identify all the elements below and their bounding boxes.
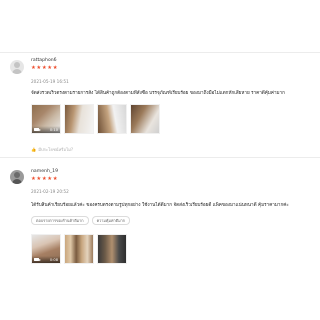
reviewer-username[interactable]: rattaphon6 xyxy=(31,58,57,63)
review-video-thumbnail[interactable]: 0:08 xyxy=(31,234,61,264)
helpful-label: มีประโยชน์หรือไม่? xyxy=(38,147,74,152)
review-comment: จัดส่งรวดเร็วตรงตามรายการสั่ง ได้สินค้าถ… xyxy=(31,91,285,96)
review-media-list: 0:10 xyxy=(31,104,160,134)
default-avatar-icon[interactable] xyxy=(10,60,24,74)
review-comment: ได้รับสินค้าเรียบร้อยแล้วค่ะ ของครบตรงตา… xyxy=(31,203,289,208)
review-date: 2021-02-19 20:52 xyxy=(31,189,69,194)
video-camera-icon xyxy=(34,128,41,131)
review-date: 2021-05-19 16:51 xyxy=(31,79,69,84)
review-image-thumbnail[interactable] xyxy=(97,234,127,264)
review-video-thumbnail[interactable]: 0:10 xyxy=(31,104,61,134)
divider xyxy=(0,52,320,53)
star-rating: ★★★★★ xyxy=(31,176,59,182)
user-photo-avatar[interactable] xyxy=(10,170,24,184)
reviews-panel: rattaphon6 ★★★★★ 2021-05-19 16:51 จัดส่ง… xyxy=(0,0,320,320)
divider xyxy=(0,157,320,158)
review-tag: ความคุ้มค่าดีมาก xyxy=(91,216,131,225)
star-rating: ★★★★★ xyxy=(31,65,59,71)
review-image-thumbnail[interactable] xyxy=(64,234,94,264)
review-image-thumbnail[interactable] xyxy=(97,104,127,134)
video-duration: 0:08 xyxy=(49,257,58,262)
review-media-list: 0:08 xyxy=(31,234,127,264)
helpful-button[interactable]: 👍 มีประโยชน์หรือไม่? xyxy=(31,146,73,153)
review-image-thumbnail[interactable] xyxy=(130,104,160,134)
review-tags: ตอบรายการของร้านค้าดีมาก ความคุ้มค่าดีมา… xyxy=(31,216,131,225)
review-tag: ตอบรายการของร้านค้าดีมาก xyxy=(31,216,89,225)
review-image-thumbnail[interactable] xyxy=(64,104,94,134)
video-duration: 0:10 xyxy=(49,127,58,132)
video-camera-icon xyxy=(34,258,41,261)
thumbs-up-icon: 👍 xyxy=(31,147,37,152)
reviewer-username[interactable]: namenh_19 xyxy=(31,169,58,174)
